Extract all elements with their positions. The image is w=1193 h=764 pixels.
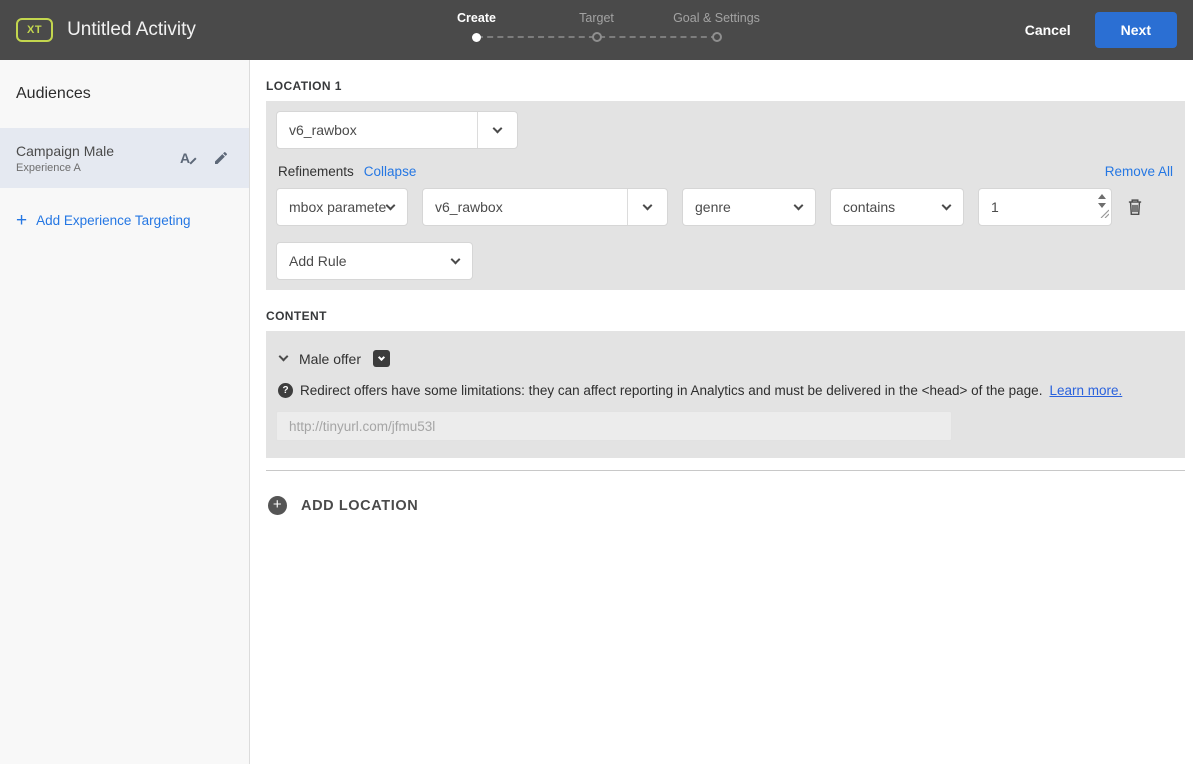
section-divider bbox=[266, 470, 1185, 471]
step-create[interactable]: Create bbox=[417, 11, 537, 25]
activity-type-badge: XT bbox=[16, 18, 54, 42]
step-dot-icon bbox=[711, 32, 722, 42]
mbox-select[interactable]: v6_rawbox bbox=[276, 111, 518, 149]
add-rule-label: Add Rule bbox=[289, 253, 347, 269]
refinement-rule-row: mbox parameter v6_rawbox genre contains bbox=[276, 188, 1175, 226]
add-rule-select[interactable]: Add Rule bbox=[276, 242, 473, 280]
collapse-link[interactable]: Collapse bbox=[364, 164, 417, 179]
plus-icon: + bbox=[16, 209, 28, 231]
rule-parameter-value: v6_rawbox bbox=[435, 199, 503, 215]
location-heading: LOCATION 1 bbox=[266, 79, 342, 93]
redirect-notice-text: Redirect offers have some limitations: t… bbox=[300, 383, 1043, 398]
redirect-url-input[interactable] bbox=[276, 411, 952, 441]
top-bar: XT Untitled Activity Create Target Goal … bbox=[0, 0, 1193, 60]
activity-title: Untitled Activity bbox=[67, 19, 196, 40]
chevron-down-icon bbox=[450, 254, 472, 264]
audience-list-item[interactable]: Campaign Male Experience A A bbox=[0, 128, 249, 188]
add-experience-targeting-link[interactable]: + Add Experience Targeting bbox=[16, 209, 249, 231]
main-content: LOCATION 1 v6_rawbox Refinements Collaps… bbox=[250, 60, 1193, 764]
rule-type-select[interactable]: mbox parameter bbox=[276, 188, 408, 226]
circle-plus-icon: + bbox=[268, 496, 287, 515]
rename-experience-icon[interactable]: A bbox=[167, 150, 203, 166]
audience-name: Campaign Male bbox=[16, 142, 115, 159]
refinements-row: Refinements Collapse Remove All bbox=[278, 164, 1173, 179]
cancel-button[interactable]: Cancel bbox=[1011, 14, 1085, 46]
offer-name: Male offer bbox=[299, 350, 361, 367]
step-dot-icon bbox=[591, 32, 602, 42]
rule-value-field bbox=[978, 188, 1112, 226]
audiences-heading: Audiences bbox=[16, 85, 91, 102]
wizard-steps: Create Target Goal & Settings bbox=[417, 11, 777, 46]
rule-operator-value: contains bbox=[843, 199, 896, 215]
add-location-label: ADD LOCATION bbox=[301, 497, 419, 514]
chevron-down-icon bbox=[941, 200, 963, 210]
chevron-down-icon bbox=[793, 200, 815, 210]
experience-label: Experience A bbox=[16, 161, 81, 174]
next-button[interactable]: Next bbox=[1094, 12, 1177, 48]
learn-more-link[interactable]: Learn more. bbox=[1049, 383, 1122, 398]
location-panel: v6_rawbox Refinements Collapse Remove Al… bbox=[266, 101, 1185, 290]
offer-row: Male offer bbox=[276, 341, 1175, 380]
rule-operator-select[interactable]: contains bbox=[830, 188, 964, 226]
chevron-down-icon bbox=[627, 189, 667, 225]
step-target[interactable]: Target bbox=[537, 11, 657, 25]
mbox-select-value: v6_rawbox bbox=[289, 122, 357, 138]
content-heading: CONTENT bbox=[266, 309, 327, 323]
collapse-offer-chevron-icon[interactable] bbox=[278, 351, 289, 362]
delete-rule-button[interactable] bbox=[1126, 197, 1144, 219]
trash-icon bbox=[1128, 199, 1142, 216]
stepper-up-icon[interactable] bbox=[1098, 194, 1106, 199]
step-goal-settings[interactable]: Goal & Settings bbox=[657, 11, 777, 25]
add-experience-targeting-label: Add Experience Targeting bbox=[36, 213, 191, 228]
rule-attribute-select[interactable]: genre bbox=[682, 188, 816, 226]
step-dot-active-icon bbox=[471, 33, 481, 42]
redirect-notice-row: ? Redirect offers have some limitations:… bbox=[276, 380, 1175, 411]
offer-menu-icon[interactable] bbox=[373, 350, 390, 367]
topbar-actions: Cancel Next bbox=[1011, 12, 1177, 48]
chevron-down-icon bbox=[385, 200, 407, 210]
rule-parameter-combo[interactable]: v6_rawbox bbox=[422, 188, 668, 226]
remove-all-link[interactable]: Remove All bbox=[1105, 164, 1173, 179]
resize-handle-icon[interactable] bbox=[1100, 205, 1110, 223]
audiences-sidebar: Audiences Campaign Male Experience A A +… bbox=[0, 60, 250, 764]
help-question-icon: ? bbox=[278, 383, 293, 398]
rule-type-value: mbox parameter bbox=[289, 199, 387, 215]
rule-value-input[interactable] bbox=[979, 189, 1111, 225]
rule-attribute-value: genre bbox=[695, 199, 731, 215]
refinements-label: Refinements bbox=[278, 164, 354, 179]
step-progress-track bbox=[417, 32, 777, 46]
add-location-button[interactable]: + ADD LOCATION bbox=[266, 494, 420, 517]
chevron-down-icon bbox=[477, 112, 517, 148]
content-panel: Male offer ? Redirect offers have some l… bbox=[266, 331, 1185, 458]
edit-pencil-icon[interactable] bbox=[203, 150, 239, 166]
